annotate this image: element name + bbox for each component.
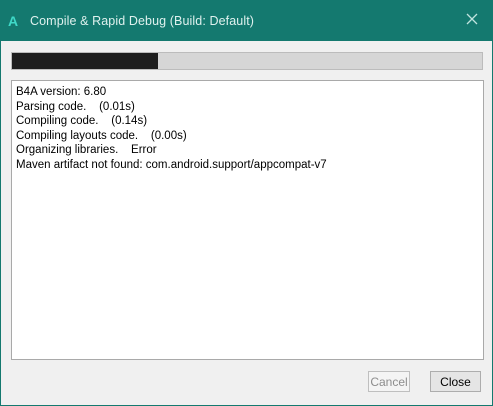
log-line-parsing: Parsing code. (0.01s) xyxy=(16,100,135,113)
log-line-compiling: Compiling code. (0.14s) xyxy=(16,115,148,127)
close-icon[interactable] xyxy=(464,11,480,27)
log-line-version: B4A version: 6.80 xyxy=(16,86,107,98)
build-log: B4A version: 6.80 Parsing code. (0.01s) … xyxy=(11,80,484,360)
progress-fill xyxy=(12,53,158,69)
title-bar: A Compile & Rapid Debug (Build: Default) xyxy=(1,0,492,41)
compile-dialog-window: A Compile & Rapid Debug (Build: Default)… xyxy=(0,0,493,406)
build-progress-bar xyxy=(11,52,483,70)
cancel-button[interactable]: Cancel xyxy=(368,371,410,392)
log-line-maven-error: Maven artifact not found: com.android.su… xyxy=(16,158,327,171)
close-button[interactable]: Close xyxy=(430,371,481,392)
window-title: Compile & Rapid Debug (Build: Default) xyxy=(30,13,255,28)
b4a-app-icon: A xyxy=(8,12,19,29)
log-line-layouts: Compiling layouts code. (0.00s) xyxy=(16,129,187,142)
log-line-organizing: Organizing libraries. Error xyxy=(16,144,157,156)
